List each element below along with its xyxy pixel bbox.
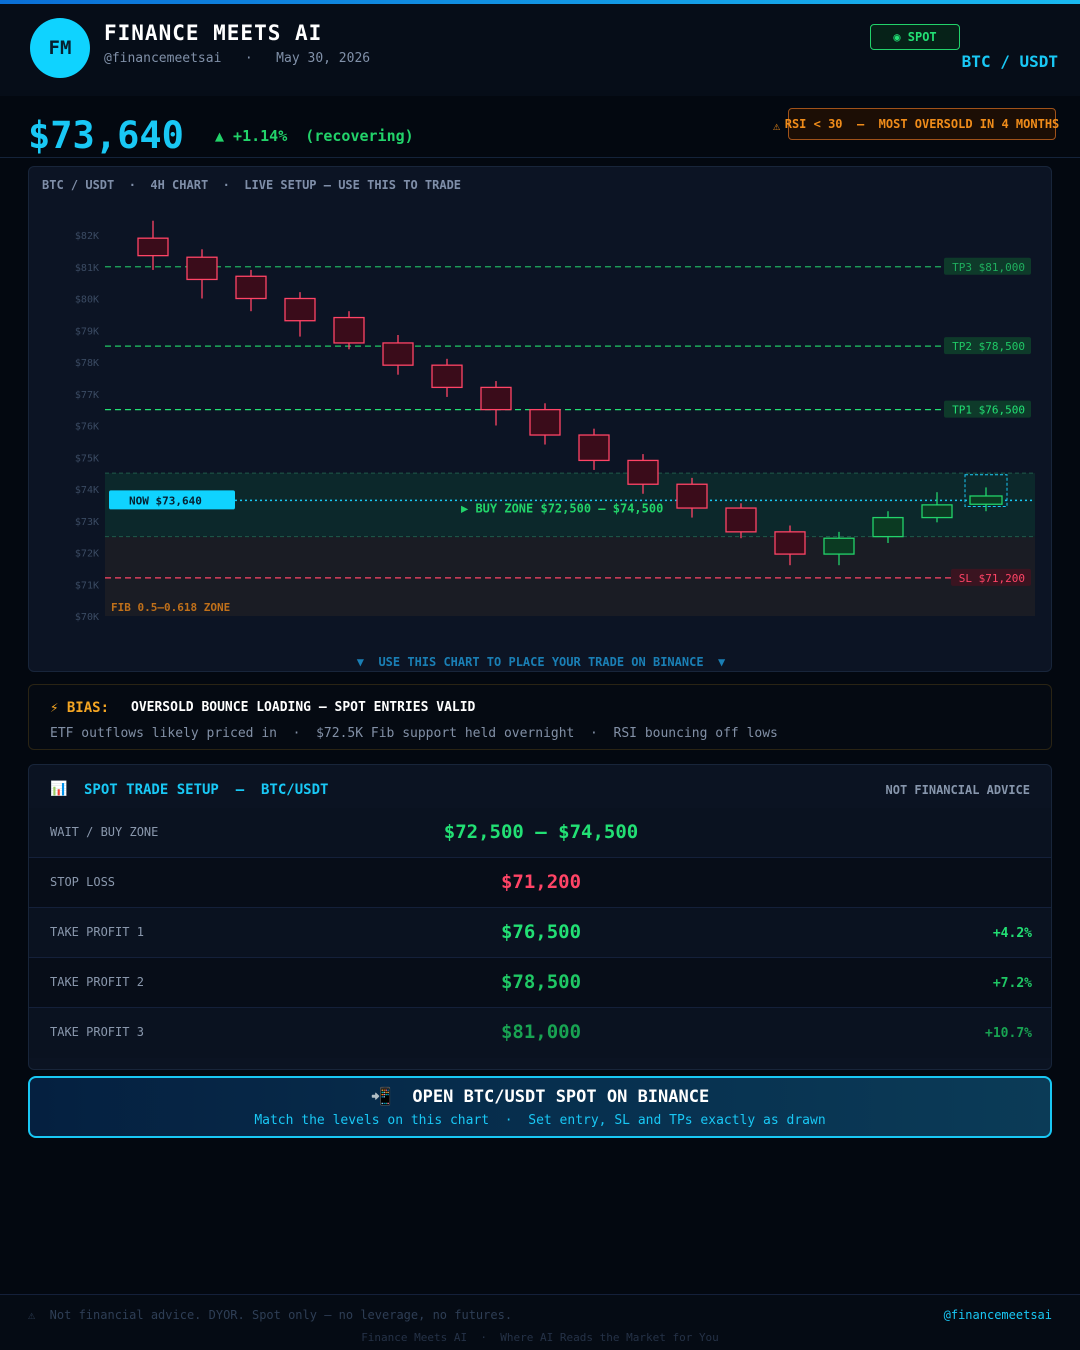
setup-row-stop-loss: STOP LOSS $71,200 — [29, 858, 1051, 908]
bear-candle-body — [725, 507, 757, 533]
bar-chart-icon: 📊 — [50, 781, 68, 797]
row-percent: +4.2% — [992, 926, 1032, 941]
candlestick-chart: $82K $81K $80K $79K $78K $77K $76K $75K $74K $73K… — [75, 220, 1035, 623]
bear-candle-body — [676, 483, 708, 509]
footer-handle-link[interactable]: @financemeetsai — [944, 1308, 1052, 1322]
price-change: ▲ +1.14% (recovering) — [215, 127, 414, 145]
row-percent: +7.2% — [992, 976, 1032, 991]
footer-tagline: Finance Meets AI · Where AI Reads the Ma… — [361, 1331, 719, 1344]
y-tick-label: $80K — [75, 295, 99, 306]
row-percent: +10.7% — [985, 1026, 1032, 1041]
y-tick-label: $76K — [75, 422, 99, 433]
spot-badge: ◉ SPOT — [870, 24, 960, 50]
row-value: $71,200 — [500, 871, 582, 893]
setup-row-tp1: TAKE PROFIT 1 $76,500 +4.2% — [29, 908, 1051, 958]
y-tick-label: $79K — [75, 326, 99, 337]
y-tick-label: $74K — [75, 485, 99, 496]
y-tick-label: $71K — [75, 580, 99, 591]
bear-candle-body — [774, 531, 806, 555]
chart-card: $82K $81K $80K $79K $78K $77K $76K $75K $74K $73K… — [28, 166, 1052, 672]
fib-zone-area — [105, 536, 1035, 616]
footer: ⚠ Not financial advice. DYOR. Spot only … — [0, 1294, 1080, 1350]
bear-candle-body — [284, 297, 316, 322]
setup-row-tp3: TAKE PROFIT 3 $81,000 +10.7% — [29, 1008, 1051, 1058]
rsi-badge: RSI < 30 — MOST OVERSOLD IN 4 MONTHS — [785, 108, 1059, 140]
open-binance-button[interactable]: 📲 OPEN BTC/USDT SPOT ON BINANCE Match th… — [28, 1076, 1052, 1138]
level-tag-label: TP1 $76,500 — [952, 404, 1025, 417]
footer-disclaimer: ⚠ Not financial advice. DYOR. Spot only … — [28, 1308, 513, 1322]
level-tag-label: TP3 $81,000 — [952, 261, 1025, 274]
bull-candle-body — [823, 537, 855, 555]
setup-title: SPOT TRADE SETUP — BTC/USDT — [84, 782, 329, 798]
cta-title: 📲 OPEN BTC/USDT SPOT ON BINANCE — [370, 1087, 710, 1107]
chart-title: BTC / USDT · 4H CHART · LIVE SETUP — USE… — [42, 178, 462, 192]
bear-candle-body — [627, 459, 659, 485]
bear-candle-body — [186, 256, 218, 281]
bias-text: OVERSOLD BOUNCE LOADING — SPOT ENTRIES V… — [131, 700, 476, 715]
y-tick-label: $72K — [75, 549, 99, 560]
bias-reasons: ETF outflows likely priced in · $72.5K F… — [50, 726, 778, 741]
y-tick-label: $73K — [75, 517, 99, 528]
price-bar: $73,640 ▲ +1.14% (recovering) ⚠ RSI < 30… — [0, 96, 1080, 158]
not-financial-advice-label: NOT FINANCIAL ADVICE — [885, 783, 1031, 797]
bear-candle-body — [431, 364, 463, 389]
cta-subtitle: Match the levels on this chart · Set ent… — [254, 1113, 826, 1128]
bear-candle-body — [137, 237, 169, 257]
level-tag-label: SL $71,200 — [959, 572, 1025, 585]
bear-candle-body — [578, 434, 610, 462]
bear-candle-body — [235, 275, 267, 300]
bear-candle-body — [529, 408, 561, 436]
trade-setup-card: 📊 SPOT TRADE SETUP — BTC/USDT NOT FINANC… — [28, 764, 1052, 1070]
y-tick-label: $75K — [75, 453, 99, 464]
fib-zone-label: FIB 0.5–0.618 ZONE — [111, 601, 230, 614]
pair-label: BTC / USDT — [961, 52, 1058, 71]
bias-card: ⚡ BIAS: OVERSOLD BOUNCE LOADING — SPOT E… — [28, 684, 1052, 750]
row-value: $72,500 — $74,500 — [443, 821, 639, 843]
chart-footer-note: ▼ USE THIS CHART TO PLACE YOUR TRADE ON … — [356, 655, 726, 669]
y-tick-label: $77K — [75, 390, 99, 401]
warning-icon: ⚠ — [773, 119, 781, 133]
current-price: $73,640 — [28, 114, 184, 157]
header: FM FINANCE MEETS AI @financemeetsai · Ma… — [0, 4, 1080, 96]
bull-candle-body — [872, 516, 904, 538]
y-tick-label: $78K — [75, 358, 99, 369]
brand-name: FINANCE MEETS AI — [104, 21, 323, 45]
row-value: $81,000 — [500, 1021, 582, 1043]
bear-candle-body — [382, 342, 414, 366]
buy-zone-label: ▶ BUY ZONE $72,500 — $74,500 — [461, 502, 663, 516]
now-price-label: NOW $73,640 — [129, 494, 202, 507]
row-value: $76,500 — [500, 921, 582, 943]
bull-candle-body — [921, 504, 953, 519]
row-value: $78,500 — [500, 971, 582, 993]
handle-and-date: @financemeetsai · May 30, 2026 — [104, 51, 371, 66]
y-tick-label: $70K — [75, 612, 99, 623]
bull-candle-body — [969, 495, 1003, 505]
setup-row-buy-zone: WAIT / BUY ZONE $72,500 — $74,500 — [29, 808, 1051, 858]
bear-candle-body — [480, 386, 512, 411]
avatar: FM — [30, 18, 90, 78]
level-tag-label: TP2 $78,500 — [952, 340, 1025, 353]
bias-label: ⚡ BIAS: — [50, 700, 110, 716]
y-tick-label: $82K — [75, 231, 99, 242]
setup-row-tp2: TAKE PROFIT 2 $78,500 +7.2% — [29, 958, 1051, 1008]
bear-candle-body — [333, 316, 365, 344]
y-tick-label: $81K — [75, 263, 99, 274]
